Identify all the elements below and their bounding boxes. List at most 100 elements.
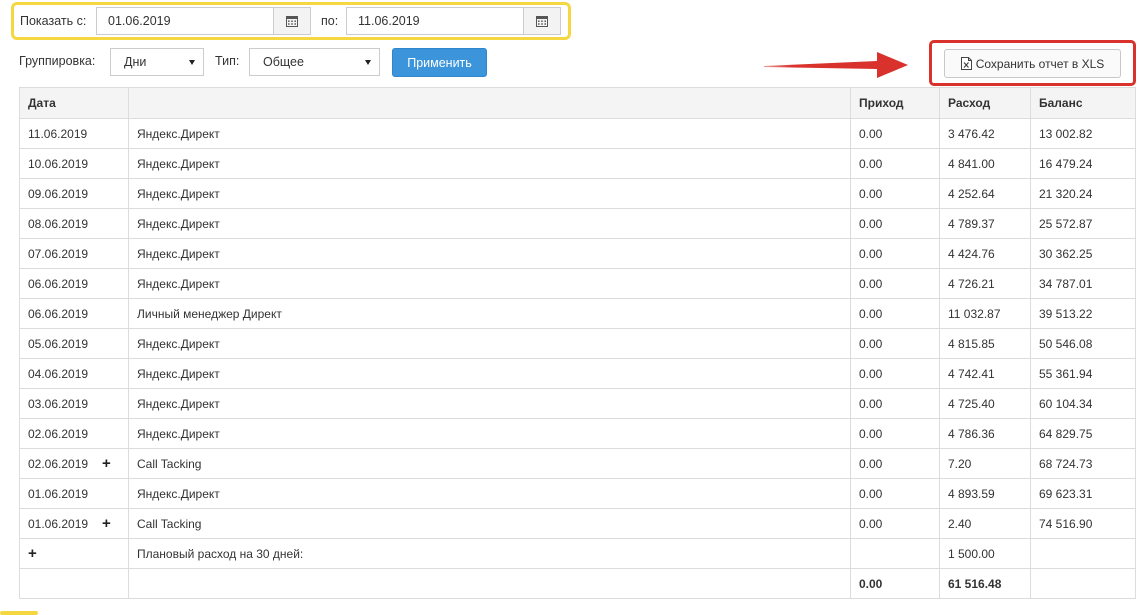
cell-description: Call Tacking [128, 448, 851, 479]
cell-date: 01.06.2019 [19, 478, 129, 509]
cell-date-text: 01.06.2019 [28, 486, 89, 501]
table-row: 07.06.2019 Яндекс.Директ 0.00 4 424.76 30 36… [19, 238, 1136, 269]
cell-description: Яндекс.Директ [128, 358, 851, 389]
cell-income: 0.00 [850, 178, 940, 209]
table-row: 06.06.2019 Личный менеджер Директ 0.00 11 0… [19, 298, 1136, 329]
plus-icon[interactable]: + [28, 545, 37, 562]
table-row: 11.06.2019 Яндекс.Директ 0.00 3 476.42 13 00… [19, 118, 1136, 149]
calendar-icon[interactable] [523, 8, 560, 34]
table-row: 02.06.2019 Яндекс.Директ 0.00 4 786.36 64 82… [19, 418, 1136, 449]
table-row: 01.06.2019 Яндекс.Директ 0.00 4 893.59 69 62… [19, 478, 1136, 509]
cell-date: 10.06.2019 [19, 148, 129, 179]
cell-date: 09.06.2019 [19, 178, 129, 209]
cell-date-text: 10.06.2019 [28, 156, 89, 171]
cell-description: Call Tacking [128, 508, 851, 539]
cell-income: 0.00 [850, 358, 940, 389]
file-excel-icon [960, 57, 972, 70]
type-select[interactable]: Общее [249, 48, 380, 76]
type-value: Общее [263, 55, 304, 69]
cell-balance: 34 787.01 [1030, 268, 1136, 299]
cell-expense: 4 726.21 [939, 268, 1031, 299]
table-row: 09.06.2019 Яндекс.Директ 0.00 4 252.64 21 32… [19, 178, 1136, 209]
column-header-date[interactable]: Дата [19, 87, 129, 119]
cell-description: Яндекс.Директ [128, 208, 851, 239]
plus-icon[interactable]: + [102, 515, 111, 532]
planned-expand-cell[interactable]: + [19, 538, 129, 569]
cell-description: Яндекс.Директ [128, 178, 851, 209]
column-header-income[interactable]: Приход [850, 87, 940, 119]
column-header-balance[interactable]: Баланс [1030, 87, 1136, 119]
cell-date: 02.06.2019 + [19, 448, 129, 479]
table-row: 10.06.2019 Яндекс.Директ 0.00 4 841.00 16 47… [19, 148, 1136, 179]
cell-balance: 60 104.34 [1030, 388, 1136, 419]
cell-date: 02.06.2019 [19, 418, 129, 449]
cell-description: Яндекс.Директ [128, 268, 851, 299]
table-header-row: Дата Приход Расход Баланс [19, 87, 1136, 119]
calendar-icon[interactable] [273, 8, 310, 34]
cell-balance: 50 546.08 [1030, 328, 1136, 359]
from-date-value[interactable]: 01.06.2019 [97, 14, 273, 28]
column-header-expense[interactable]: Расход [939, 87, 1031, 119]
cell-date-text: 02.06.2019 [28, 426, 89, 441]
to-date-value[interactable]: 11.06.2019 [347, 14, 523, 28]
report-table: Дата Приход Расход Баланс 11.06.2019 Янде… [19, 87, 1136, 599]
to-label: по: [321, 14, 339, 28]
cell-expense: 4 815.85 [939, 328, 1031, 359]
column-header-description [128, 87, 851, 119]
cell-income: 0.00 [850, 478, 940, 509]
table-row: 05.06.2019 Яндекс.Директ 0.00 4 815.85 50 54… [19, 328, 1136, 359]
chevron-down-icon [365, 59, 371, 65]
cell-description: Яндекс.Директ [128, 418, 851, 449]
total-expense: 61 516.48 [939, 568, 1031, 599]
cell-balance: 69 623.31 [1030, 478, 1136, 509]
table-row: 08.06.2019 Яндекс.Директ 0.00 4 789.37 25 57… [19, 208, 1136, 239]
totals-empty [19, 568, 129, 599]
cell-balance: 30 362.25 [1030, 238, 1136, 269]
cell-expense: 4 893.59 [939, 478, 1031, 509]
cell-expense: 4 789.37 [939, 208, 1031, 239]
cell-date-text: 05.06.2019 [28, 336, 89, 351]
grouping-value: Дни [124, 55, 147, 69]
cell-description: Яндекс.Директ [128, 478, 851, 509]
cell-date: 08.06.2019 [19, 208, 129, 239]
cell-income: 0.00 [850, 418, 940, 449]
cell-balance: 21 320.24 [1030, 178, 1136, 209]
cell-expense: 3 476.42 [939, 118, 1031, 149]
table-row: 03.06.2019 Яндекс.Директ 0.00 4 725.40 60 10… [19, 388, 1136, 419]
cell-balance: 16 479.24 [1030, 148, 1136, 179]
cell-description: Яндекс.Директ [128, 148, 851, 179]
apply-button[interactable]: Применить [392, 48, 487, 77]
cell-description: Яндекс.Директ [128, 328, 851, 359]
cell-date: 06.06.2019 [19, 298, 129, 329]
to-date-field[interactable]: 11.06.2019 [346, 7, 561, 35]
cell-balance: 55 361.94 [1030, 358, 1136, 389]
cell-income: 0.00 [850, 328, 940, 359]
cell-date-text: 09.06.2019 [28, 186, 89, 201]
total-income: 0.00 [850, 568, 940, 599]
cell-description: Личный менеджер Директ [128, 298, 851, 329]
cell-date: 05.06.2019 [19, 328, 129, 359]
cell-income: 0.00 [850, 508, 940, 539]
cell-date-text: 04.06.2019 [28, 366, 89, 381]
from-date-field[interactable]: 01.06.2019 [96, 7, 311, 35]
cell-balance: 13 002.82 [1030, 118, 1136, 149]
cell-income: 0.00 [850, 208, 940, 239]
arrow-annotation [764, 52, 908, 78]
cell-expense: 11 032.87 [939, 298, 1031, 329]
type-label: Тип: [215, 54, 240, 68]
cell-expense: 2.40 [939, 508, 1031, 539]
cell-date-text: 11.06.2019 [28, 126, 88, 141]
cell-description: Яндекс.Директ [128, 238, 851, 269]
totals-row: 0.00 61 516.48 [19, 568, 1136, 599]
totals-empty [1030, 568, 1136, 599]
cell-date-text: 06.06.2019 [28, 306, 89, 321]
save-xls-button[interactable]: Сохранить отчет в XLS [944, 49, 1121, 78]
plus-icon[interactable]: + [102, 455, 111, 472]
grouping-select[interactable]: Дни [110, 48, 204, 76]
highlight-fragment [0, 611, 38, 615]
cell-expense: 4 424.76 [939, 238, 1031, 269]
cell-description: Яндекс.Директ [128, 118, 851, 149]
grouping-label: Группировка: [19, 54, 96, 68]
cell-balance: 25 572.87 [1030, 208, 1136, 239]
cell-date: 06.06.2019 [19, 268, 129, 299]
